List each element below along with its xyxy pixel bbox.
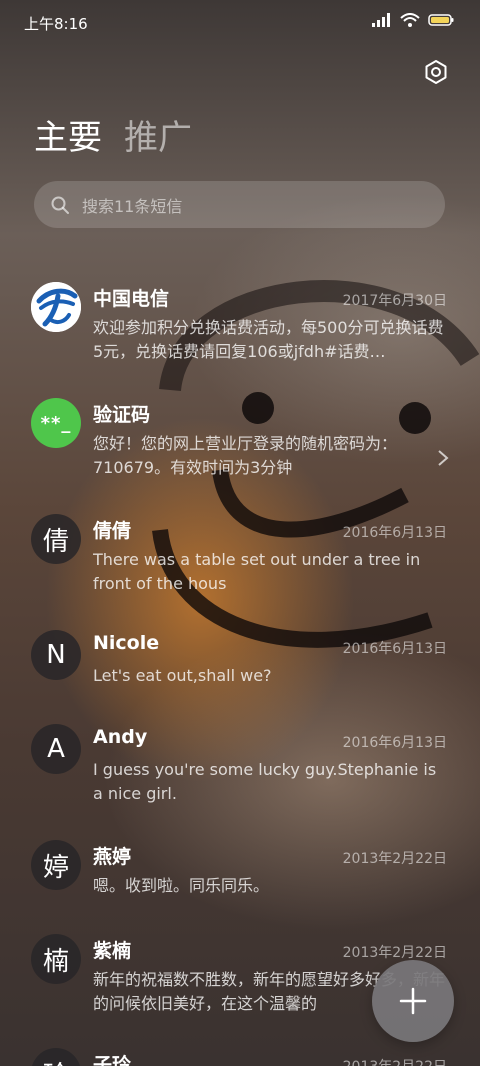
search-icon xyxy=(50,194,72,216)
search-placeholder: 搜索11条短信 xyxy=(82,196,183,216)
contact-name: 子玲 xyxy=(93,1054,132,1066)
conversation-item[interactable]: 倩 倩倩 2016年6月13日 There was a table set ou… xyxy=(0,504,480,604)
conversation-item[interactable]: 玲 子玲 2013年2月22日 xyxy=(0,1038,480,1066)
conversation-item[interactable]: 中国电信 2017年6月30日 欢迎参加积分兑换话费活动，每500分可兑换话费5… xyxy=(0,272,480,372)
settings-button[interactable] xyxy=(418,54,454,90)
message-date: 2017年6月30日 xyxy=(342,293,447,309)
avatar: N xyxy=(31,630,81,680)
tab-primary[interactable]: 主要 xyxy=(34,116,102,160)
verification-avatar: **_ xyxy=(31,398,81,448)
message-preview: There was a table set out under a tree i… xyxy=(93,550,421,593)
contact-name: 燕婷 xyxy=(93,846,132,868)
avatar: A xyxy=(31,724,81,774)
avatar: 玲 xyxy=(31,1048,81,1066)
avatar: 楠 xyxy=(31,934,81,984)
signal-icon xyxy=(372,13,390,27)
china-telecom-logo xyxy=(31,282,81,332)
message-date: 2016年6月13日 xyxy=(342,641,447,657)
contact-name: 验证码 xyxy=(93,404,151,426)
contact-name: 中国电信 xyxy=(93,288,170,310)
message-date: 2016年6月13日 xyxy=(342,735,447,751)
avatar: 倩 xyxy=(31,514,81,564)
message-date: 2013年2月22日 xyxy=(343,1056,447,1066)
tab-promotions[interactable]: 推广 xyxy=(124,116,192,160)
message-preview: Let's eat out,shall we? xyxy=(93,666,272,685)
message-date: 2013年2月22日 xyxy=(342,851,447,867)
status-time: 上午8:16 xyxy=(24,15,88,33)
conversation-item[interactable]: 婷 燕婷 2013年2月22日 嗯。收到啦。同乐同乐。 xyxy=(0,830,480,910)
avatar: 婷 xyxy=(31,840,81,890)
new-message-button[interactable] xyxy=(372,960,454,1042)
contact-name: Nicole xyxy=(93,632,160,654)
conversation-item[interactable]: A Andy 2016年6月13日 I guess you're some lu… xyxy=(0,714,480,814)
search-input[interactable]: 搜索11条短信 xyxy=(34,181,445,228)
chevron-right-icon xyxy=(438,450,449,466)
message-preview: 您好！您的网上营业厅登录的随机密码为：710679。有效时间为3分钟 xyxy=(93,434,398,477)
gear-icon xyxy=(425,60,447,84)
conversation-item[interactable]: N Nicole 2016年6月13日 Let's eat out,shall … xyxy=(0,620,480,700)
plus-icon xyxy=(399,987,427,1015)
wifi-icon xyxy=(400,13,420,27)
message-preview: I guess you're some lucky guy.Stephanie … xyxy=(93,760,437,803)
conversation-item[interactable]: **_ 验证码 您好！您的网上营业厅登录的随机密码为：710679。有效时间为3… xyxy=(0,388,480,488)
contact-name: 紫楠 xyxy=(93,940,132,962)
message-preview: 欢迎参加积分兑换话费活动，每500分可兑换话费5元，兑换话费请回复106或jfd… xyxy=(93,318,444,361)
contact-name: 倩倩 xyxy=(93,520,132,542)
status-icons xyxy=(372,13,454,27)
message-preview: 嗯。收到啦。同乐同乐。 xyxy=(93,876,270,895)
tab-bar: 主要 推广 xyxy=(34,116,192,160)
contact-name: Andy xyxy=(93,726,148,748)
battery-icon xyxy=(428,14,454,26)
message-date: 2016年6月13日 xyxy=(342,525,447,541)
message-date: 2013年2月22日 xyxy=(342,945,447,961)
status-bar: 上午8:16 xyxy=(0,0,480,46)
